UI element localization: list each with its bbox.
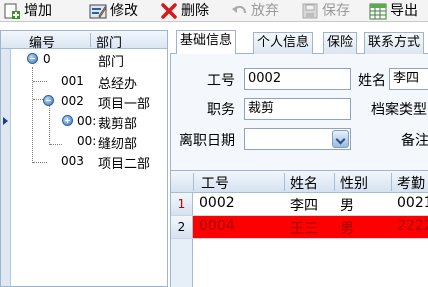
tree-node-code: 0 [43,52,51,66]
leave-date-label: 离职日期 [179,133,235,149]
tree-node-002[interactable]: 002 项目一部 [13,92,167,112]
grid-column-separator [391,173,392,191]
department-tree[interactable]: 编号 部门 0 部门 001 总经办 002 项目一部 00: 裁剪部 00: … [0,30,168,287]
export-button[interactable]: 导出 [366,0,421,21]
tree-node-code: 003 [61,154,84,168]
grid-header: 工号 姓名 性别 考勤 [171,171,428,193]
add-button[interactable]: 增加 [0,0,55,21]
tab-personal-info[interactable]: 个人信息 [253,32,314,54]
grid-col-name[interactable]: 姓名 [290,173,318,193]
grid-column-separator [284,173,285,191]
tree-node-code: 00: [77,134,97,148]
note-label: 备注 [401,133,428,149]
grid-column-separator [334,173,335,191]
tab-strip: 基础信息 个人信息 保险 联系方式 [170,30,428,55]
grid-col-gender[interactable]: 性别 [340,173,368,193]
delete-button[interactable]: 删除 [157,0,212,21]
tree-node-root[interactable]: 0 部门 [13,50,167,70]
cell-employee-id: 0002 [199,195,235,211]
table-row-selected[interactable]: 2 0004 王三 男 2222 [171,216,428,239]
tree-node-name: 总经办 [98,77,138,92]
export-button-label: 导出 [390,2,418,19]
employee-grid[interactable]: 工号 姓名 性别 考勤 1 0002 李四 男 0021 2 0004 王三 男… [170,170,428,287]
cell-attendance: 2222 [397,218,428,234]
tree-header: 编号 部门 [1,31,167,51]
employee-id-field[interactable]: 0002 [244,68,351,90]
cancel-button-label: 放弃 [251,2,279,19]
save-button-label: 保存 [322,2,350,19]
tab-insurance[interactable]: 保险 [323,32,358,54]
current-row-indicator-icon [3,117,8,125]
expand-node-icon[interactable] [62,115,73,126]
tab-basic-info[interactable]: 基础信息 [176,30,237,55]
save-disk-icon [302,3,318,18]
collapse-node-icon[interactable] [27,53,38,64]
table-row[interactable]: 1 0002 李四 男 0021 [171,193,428,216]
cell-employee-id: 0004 [199,218,235,234]
tree-header-separator [90,33,91,47]
delete-button-label: 删除 [181,2,209,19]
undo-icon [232,5,246,13]
cell-name: 王三 [290,221,318,237]
toolbar: 增加 修改 删除 放弃 保存 导出 [0,0,428,22]
cell-name: 李四 [290,198,318,214]
tree-node-name: 项目二部 [98,157,151,172]
tree-node-code: 002 [61,94,84,108]
tab-contact[interactable]: 联系方式 [364,32,425,54]
job-label: 职务 [207,102,235,118]
edit-button-label: 修改 [110,2,138,19]
grid-col-employee-id[interactable]: 工号 [201,173,229,193]
cell-gender: 男 [340,221,354,237]
archive-type-label: 档案类型 [371,102,427,118]
grid-row-header-empty [171,239,193,287]
save-button[interactable]: 保存 [298,0,353,21]
name-label: 姓名 [358,73,386,89]
add-doc-icon [4,3,20,19]
employee-id-label: 工号 [207,73,235,89]
tree-node-code: 001 [61,74,84,88]
edit-icon [89,4,107,18]
tree-node-003[interactable]: 003 项目二部 [13,152,167,172]
basic-info-form: 工号 0002 姓名 李四 职务 裁剪 档案类型 离职日期 备注 [170,54,428,187]
dropdown-arrow-icon[interactable] [332,130,349,148]
job-field[interactable]: 裁剪 [244,98,351,120]
tree-node-name: 缝纫部 [98,137,138,152]
grid-col-attendance[interactable]: 考勤 [397,173,425,193]
tree-indicator-column [1,49,11,286]
employee-panel: 基础信息 个人信息 保险 联系方式 工号 0002 姓名 李四 职务 裁剪 档案… [170,30,428,287]
cell-gender: 男 [340,198,354,214]
tree-node-001[interactable]: 001 总经办 [13,72,167,92]
tree-header-name: 部门 [96,36,123,51]
grid-column-separator [193,173,194,191]
tree-node-name: 部门 [98,55,125,70]
edit-button[interactable]: 修改 [86,0,141,21]
tree-header-code: 编号 [29,36,56,51]
row-number: 2 [171,216,193,238]
delete-x-icon [161,2,177,19]
tree-node-sewing-dept[interactable]: 00: 缝纫部 [13,132,167,152]
row-number: 1 [171,193,193,215]
name-field[interactable]: 李四 [389,68,428,90]
leave-date-picker[interactable] [244,128,351,150]
cancel-button[interactable]: 放弃 [227,0,282,21]
cell-attendance: 0021 [397,195,428,211]
tree-node-code: 00: [77,114,97,128]
collapse-node-icon[interactable] [43,95,54,106]
export-sheet-icon [369,3,387,19]
tree-node-name: 项目一部 [98,97,151,112]
add-button-label: 增加 [24,2,52,19]
tree-node-name: 裁剪部 [98,117,138,132]
tree-node-cutting-dept[interactable]: 00: 裁剪部 [13,112,167,132]
